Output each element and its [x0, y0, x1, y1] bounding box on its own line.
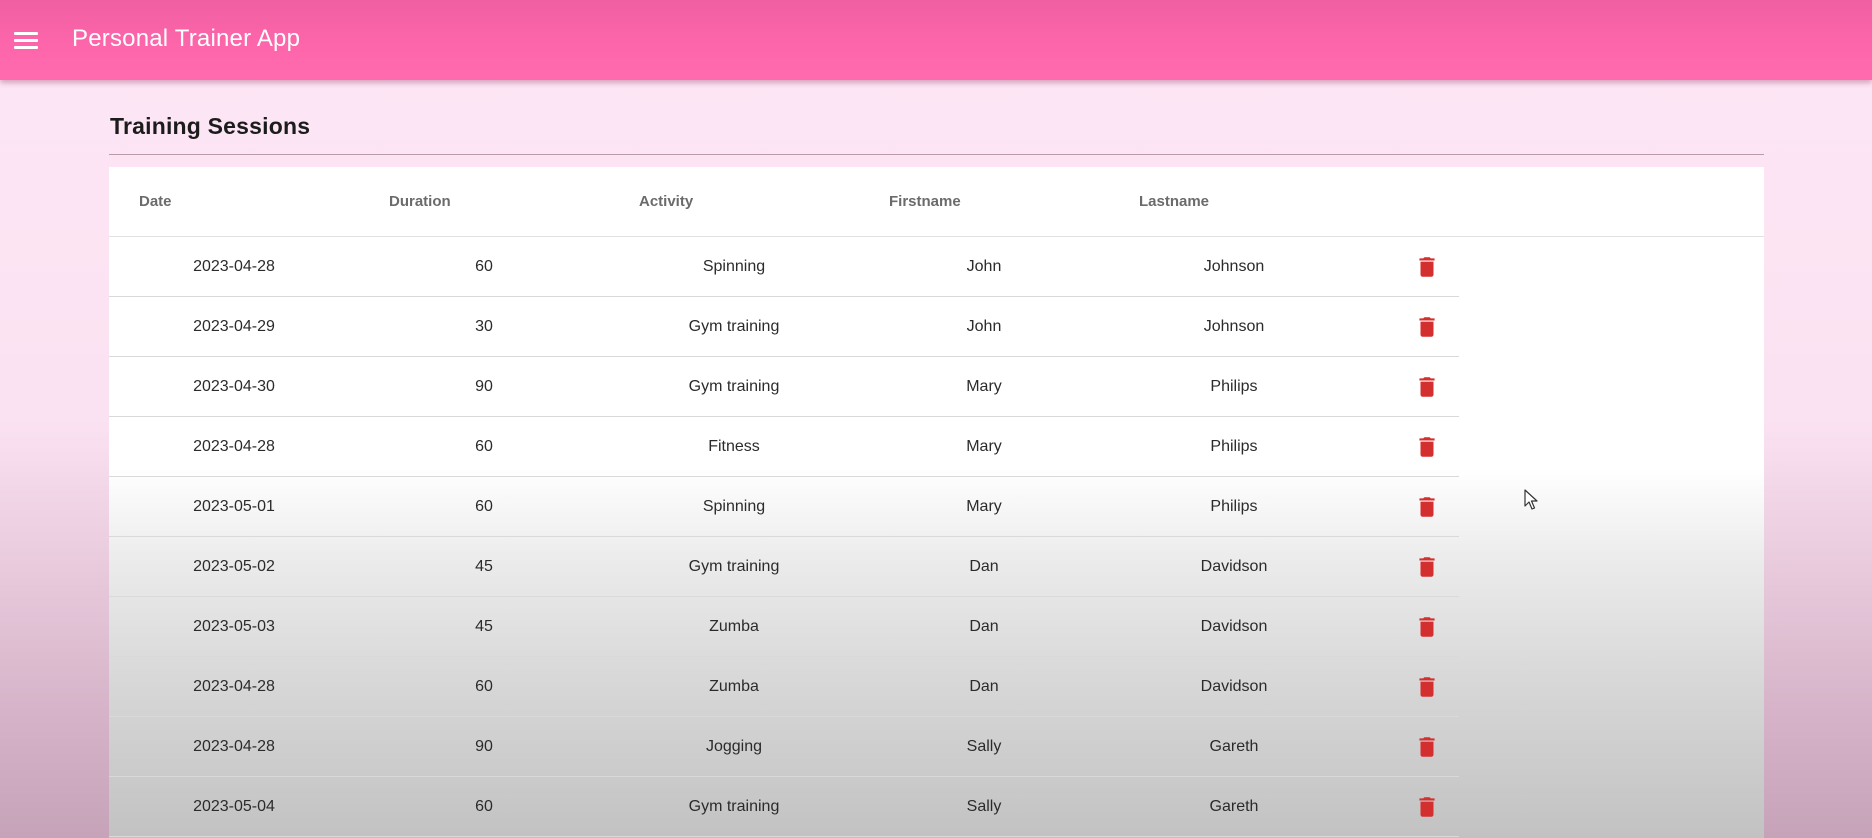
table-row: 2023-05-03 45 Zumba Dan Davidson [109, 597, 1459, 657]
cell-duration: 45 [475, 558, 493, 575]
cell-duration: 90 [475, 378, 493, 395]
cell-lastname: Johnson [1203, 318, 1265, 335]
cell-firstname: Sally [966, 738, 1002, 755]
cell-lastname: Gareth [1209, 738, 1259, 755]
cell-lastname: Philips [1210, 378, 1258, 395]
cell-activity: Jogging [705, 738, 763, 755]
table-row: 2023-04-30 90 Gym training Mary Philips [109, 357, 1459, 417]
app-title: Personal Trainer App [72, 25, 301, 52]
cell-firstname: Mary [966, 378, 1002, 395]
menu-icon-line [14, 46, 38, 49]
delete-session-button[interactable] [1414, 314, 1440, 340]
mouse-cursor-icon [1524, 489, 1538, 510]
trash-icon [1419, 497, 1435, 517]
column-header-duration[interactable]: Duration [389, 193, 451, 210]
cell-firstname: John [966, 318, 1002, 335]
trash-icon [1419, 317, 1435, 337]
column-header-date[interactable]: Date [139, 193, 172, 210]
delete-session-button[interactable] [1414, 254, 1440, 280]
cell-activity: Spinning [702, 258, 766, 275]
cell-date: 2023-04-28 [193, 678, 275, 695]
delete-session-button[interactable] [1414, 374, 1440, 400]
trash-icon [1419, 557, 1435, 577]
cell-firstname: John [966, 258, 1002, 275]
cell-firstname: Mary [966, 438, 1002, 455]
trash-icon [1419, 797, 1435, 817]
cell-firstname: Dan [969, 618, 999, 635]
trash-icon [1419, 377, 1435, 397]
cell-duration: 60 [475, 258, 493, 275]
delete-session-button[interactable] [1414, 554, 1440, 580]
cell-date: 2023-04-28 [193, 438, 275, 455]
cell-date: 2023-04-30 [193, 378, 275, 395]
table-row: 2023-04-28 60 Fitness Mary Philips [109, 417, 1459, 477]
cell-lastname: Davidson [1200, 618, 1268, 635]
delete-session-button[interactable] [1414, 614, 1440, 640]
cell-lastname: Davidson [1200, 558, 1268, 575]
cell-lastname: Davidson [1200, 678, 1268, 695]
cell-date: 2023-05-01 [193, 498, 275, 515]
cell-firstname: Dan [969, 678, 999, 695]
cell-activity: Zumba [709, 618, 759, 635]
trash-icon [1419, 437, 1435, 457]
cell-date: 2023-04-28 [193, 738, 275, 755]
menu-icon[interactable] [14, 28, 40, 52]
cell-firstname: Dan [969, 558, 999, 575]
trash-icon [1419, 257, 1435, 277]
training-sessions-table: Date Duration Activity Firstname Lastnam… [109, 167, 1764, 838]
cell-date: 2023-04-28 [193, 258, 275, 275]
cell-activity: Fitness [708, 438, 760, 455]
cell-activity: Gym training [688, 318, 780, 335]
delete-session-button[interactable] [1414, 794, 1440, 820]
cell-duration: 60 [475, 798, 493, 815]
cell-date: 2023-05-03 [193, 618, 275, 635]
delete-session-button[interactable] [1414, 434, 1440, 460]
delete-session-button[interactable] [1414, 674, 1440, 700]
cell-duration: 45 [475, 618, 493, 635]
cell-firstname: Sally [966, 798, 1002, 815]
cell-lastname: Gareth [1209, 798, 1259, 815]
table-header: Date Duration Activity Firstname Lastnam… [109, 167, 1764, 237]
table-row: 2023-05-04 60 Gym training Sally Gareth [109, 777, 1459, 837]
cell-activity: Gym training [688, 558, 780, 575]
trash-icon [1419, 677, 1435, 697]
cell-duration: 30 [475, 318, 493, 335]
trash-icon [1419, 617, 1435, 637]
column-header-activity[interactable]: Activity [639, 193, 693, 210]
table-row: 2023-04-29 30 Gym training John Johnson [109, 297, 1459, 357]
cell-lastname: Philips [1210, 498, 1258, 515]
delete-session-button[interactable] [1414, 494, 1440, 520]
table-row: 2023-05-02 45 Gym training Dan Davidson [109, 537, 1459, 597]
cell-lastname: Philips [1210, 438, 1258, 455]
column-header-lastname[interactable]: Lastname [1139, 193, 1209, 210]
table-row: 2023-04-28 60 Zumba Dan Davidson [109, 657, 1459, 717]
delete-session-button[interactable] [1414, 734, 1440, 760]
cell-activity: Spinning [702, 498, 766, 515]
table-row: 2023-05-01 60 Spinning Mary Philips [109, 477, 1459, 537]
table-body: 2023-04-28 60 Spinning John Johnson 2023-04-2… [109, 237, 1459, 837]
cell-activity: Gym training [688, 798, 780, 815]
cell-duration: 90 [475, 738, 493, 755]
table-row: 2023-04-28 60 Spinning John Johnson [109, 237, 1459, 297]
table-row: 2023-04-28 90 Jogging Sally Gareth [109, 717, 1459, 777]
menu-icon-line [14, 32, 38, 35]
title-divider [109, 154, 1764, 155]
cell-date: 2023-05-04 [193, 798, 275, 815]
cell-activity: Zumba [709, 678, 759, 695]
page-title: Training Sessions [110, 113, 311, 139]
cell-duration: 60 [475, 498, 493, 515]
cell-duration: 60 [475, 678, 493, 695]
cell-firstname: Mary [966, 498, 1002, 515]
cell-activity: Gym training [688, 378, 780, 395]
cell-date: 2023-04-29 [193, 318, 275, 335]
column-header-firstname[interactable]: Firstname [889, 193, 961, 210]
cell-date: 2023-05-02 [193, 558, 275, 575]
cell-lastname: Johnson [1203, 258, 1265, 275]
cell-duration: 60 [475, 438, 493, 455]
trash-icon [1419, 737, 1435, 757]
menu-icon-line [14, 39, 38, 42]
app-bar: Personal Trainer App [0, 0, 1872, 80]
